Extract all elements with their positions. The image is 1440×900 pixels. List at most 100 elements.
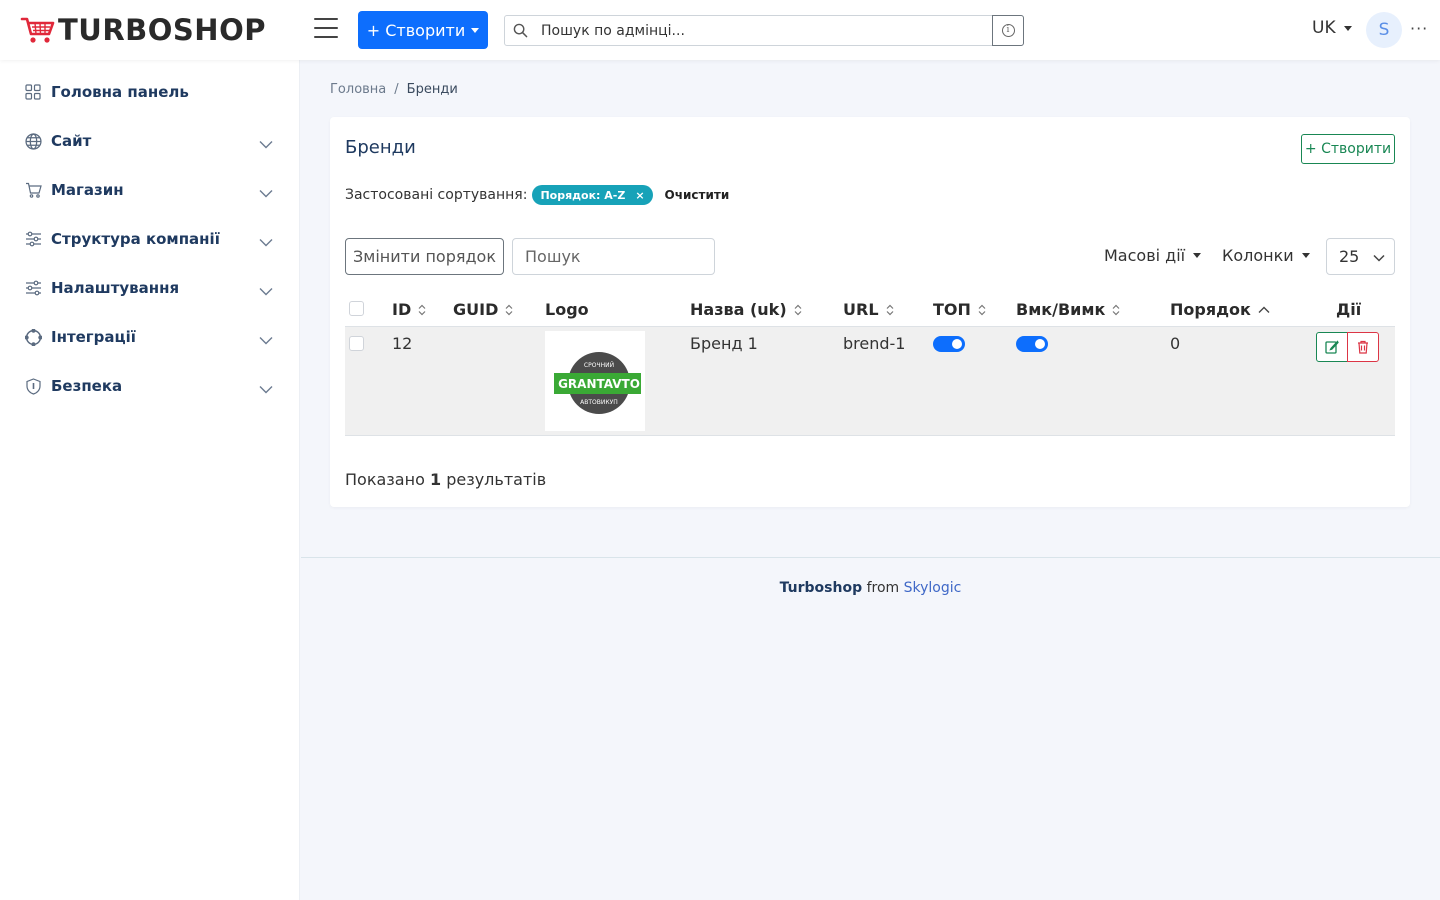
sidebar-item-integrations[interactable]: Інтеграції bbox=[24, 322, 276, 352]
results-summary: Показано 1 результатів bbox=[345, 470, 546, 489]
reorder-button[interactable]: Змінити порядок bbox=[345, 238, 504, 275]
edit-button[interactable] bbox=[1316, 332, 1348, 362]
header-create-button[interactable]: + Створити bbox=[358, 11, 488, 49]
column-header-logo: Logo bbox=[545, 300, 589, 319]
column-header-url[interactable]: URL bbox=[843, 300, 894, 319]
sidebar-item-company-structure[interactable]: Структура компанії bbox=[24, 224, 276, 254]
sidebar-item-security[interactable]: Безпека bbox=[24, 371, 276, 401]
chevron-down-icon bbox=[259, 380, 273, 398]
cart-logo-icon bbox=[20, 17, 55, 43]
chevron-down-icon bbox=[259, 331, 273, 349]
sort-icon bbox=[1112, 304, 1120, 316]
column-header-id[interactable]: ID bbox=[392, 300, 426, 319]
logo-top-text: СРОЧНИЙ bbox=[584, 362, 614, 369]
sort-icon bbox=[978, 304, 986, 316]
sidebar-item-label: Сайт bbox=[51, 132, 92, 150]
sidebar-item-label: Структура компанії bbox=[51, 230, 220, 248]
top-bar: TURBOSHOP + Створити i UK S ··· bbox=[0, 0, 1440, 60]
mass-actions-label: Масові дії bbox=[1104, 246, 1186, 265]
shield-icon bbox=[24, 377, 42, 395]
row-checkbox[interactable] bbox=[349, 336, 364, 351]
sidebar-item-site[interactable]: Сайт bbox=[24, 126, 276, 156]
sidebar: Головна панель Сайт Магазин Структура ко… bbox=[0, 60, 300, 900]
logo-bottom-text: АВТОВИКУП bbox=[580, 399, 618, 406]
sort-icon bbox=[505, 304, 513, 316]
results-count: 1 bbox=[429, 470, 442, 489]
chevron-down-icon bbox=[1373, 247, 1385, 266]
language-selector[interactable]: UK bbox=[1312, 18, 1352, 38]
table-row: 12 СРОЧНИЙ GRANTAVTO АВТОВИКУП Бренд 1 b… bbox=[345, 326, 1395, 436]
column-header-label: Дії bbox=[1336, 300, 1362, 319]
column-header-order[interactable]: Порядок bbox=[1170, 300, 1270, 319]
breadcrumb-home-link[interactable]: Головна bbox=[330, 82, 386, 97]
sliders-icon bbox=[24, 230, 42, 248]
sidebar-item-dashboard[interactable]: Головна панель bbox=[24, 77, 276, 107]
breadcrumb: Головна / Бренди bbox=[330, 82, 458, 97]
sidebar-item-label: Головна панель bbox=[51, 83, 189, 101]
footer: Turboshop from Skylogic bbox=[301, 557, 1440, 621]
breadcrumb-current: Бренди bbox=[406, 82, 458, 97]
per-page-select[interactable]: 25 bbox=[1326, 238, 1395, 275]
results-prefix: Показано bbox=[345, 470, 425, 489]
cell-name: Бренд 1 bbox=[690, 334, 758, 353]
turboshop-logo[interactable]: TURBOSHOP bbox=[20, 14, 266, 46]
header-create-label: + Створити bbox=[366, 20, 466, 40]
trash-icon bbox=[1358, 340, 1368, 354]
sidebar-item-label: Магазин bbox=[51, 181, 124, 199]
integrations-icon bbox=[24, 328, 42, 346]
columns-dropdown[interactable]: Колонки bbox=[1222, 246, 1310, 265]
sort-chip[interactable]: Порядок: A-Z × bbox=[532, 185, 653, 205]
page-title: Бренди bbox=[345, 137, 416, 158]
footer-vendor-link[interactable]: Skylogic bbox=[904, 580, 962, 621]
more-options-icon[interactable]: ··· bbox=[1410, 19, 1428, 38]
footer-brand: Turboshop bbox=[779, 580, 863, 596]
footer-from: from bbox=[866, 580, 900, 596]
sidebar-item-shop[interactable]: Магазин bbox=[24, 175, 276, 205]
column-header-label: GUID bbox=[453, 300, 499, 319]
breadcrumb-separator: / bbox=[394, 82, 399, 97]
select-all-checkbox[interactable] bbox=[349, 301, 364, 316]
delete-button[interactable] bbox=[1347, 332, 1379, 362]
sort-icon bbox=[886, 304, 894, 316]
columns-label: Колонки bbox=[1222, 246, 1294, 265]
column-header-actions: Дії bbox=[1336, 300, 1361, 319]
top-toggle[interactable] bbox=[933, 336, 965, 352]
edit-icon bbox=[1325, 340, 1339, 354]
search-icon bbox=[505, 23, 535, 38]
column-header-enabled[interactable]: Вмк/Вимк bbox=[1016, 300, 1120, 319]
search-info-button[interactable]: i bbox=[992, 15, 1024, 46]
brand-logo-image: СРОЧНИЙ GRANTAVTO АВТОВИКУП bbox=[545, 331, 645, 431]
logo-text: TURBOSHOP bbox=[58, 13, 266, 47]
caret-down-icon bbox=[471, 27, 480, 33]
chevron-down-icon bbox=[259, 135, 273, 153]
sidebar-item-label: Налаштування bbox=[51, 279, 180, 297]
clear-sorts-button[interactable]: Очистити bbox=[665, 188, 730, 202]
cell-url: brend-1 bbox=[843, 334, 906, 353]
cell-id: 12 bbox=[392, 334, 413, 353]
chevron-down-icon bbox=[259, 282, 273, 300]
table-search-input[interactable] bbox=[512, 238, 715, 275]
caret-down-icon bbox=[1343, 25, 1352, 31]
column-header-name[interactable]: Назва (uk) bbox=[690, 300, 802, 319]
mass-actions-dropdown[interactable]: Масові дії bbox=[1104, 246, 1202, 265]
user-avatar[interactable]: S bbox=[1366, 12, 1402, 48]
close-icon[interactable]: × bbox=[635, 189, 644, 202]
admin-search-input[interactable] bbox=[535, 16, 992, 45]
column-header-label: Порядок bbox=[1170, 300, 1251, 319]
column-header-label: Вмк/Вимк bbox=[1016, 300, 1106, 319]
column-header-label: ТОП bbox=[933, 300, 971, 319]
applied-sorts: Застосовані сортування: Порядок: A-Z × О… bbox=[345, 185, 729, 205]
create-brand-button[interactable]: + Створити bbox=[1301, 134, 1395, 164]
sort-ascending-icon bbox=[1258, 306, 1270, 314]
column-header-top[interactable]: ТОП bbox=[933, 300, 986, 319]
per-page-value: 25 bbox=[1339, 247, 1360, 266]
cell-order: 0 bbox=[1170, 334, 1181, 353]
globe-icon bbox=[24, 132, 42, 150]
enabled-toggle[interactable] bbox=[1016, 336, 1048, 352]
sidebar-item-label: Безпека bbox=[51, 377, 123, 395]
sort-icon bbox=[418, 304, 426, 316]
column-header-guid[interactable]: GUID bbox=[453, 300, 513, 319]
menu-toggle-icon[interactable] bbox=[314, 18, 338, 40]
applied-sorts-label: Застосовані сортування: bbox=[345, 187, 528, 203]
sidebar-item-settings[interactable]: Налаштування bbox=[24, 273, 276, 303]
